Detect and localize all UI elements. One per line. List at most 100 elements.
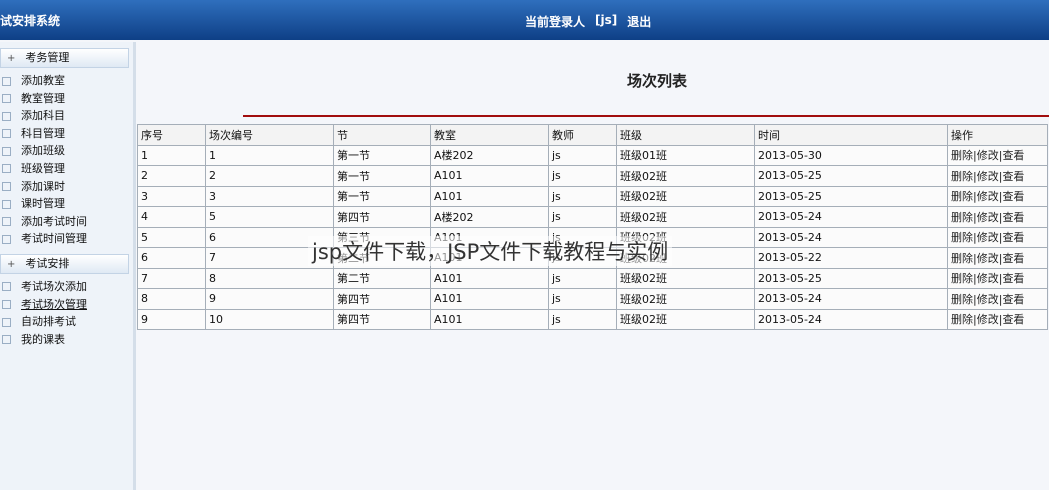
bullet-icon (2, 300, 11, 310)
delete-link[interactable]: 删除 (951, 272, 973, 285)
table-cell: 第四节 (333, 288, 431, 310)
current-user-name: [js] (595, 13, 618, 27)
expand-icon: + (7, 53, 16, 64)
table-cell: 2013-05-30 (754, 144, 948, 166)
table-cell: 班级02班 (616, 185, 755, 207)
sidebar-item-exam-time-management[interactable]: 考试时间管理 (0, 230, 133, 248)
bullet-icon (2, 317, 11, 327)
section-title: 考试安排 (25, 256, 70, 270)
table-cell: 5 (205, 206, 334, 228)
sidebar-item-label: 考试场次添加 (21, 279, 87, 293)
edit-link[interactable]: 修改 (977, 293, 999, 306)
edit-link[interactable]: 修改 (977, 170, 999, 183)
sidebar-item-add-class[interactable]: 添加班级 (0, 142, 133, 160)
edit-link[interactable]: 修改 (977, 190, 999, 203)
table-cell: 2013-05-24 (754, 226, 948, 248)
sidebar-item-label: 添加班级 (21, 144, 65, 158)
bullet-icon (2, 217, 11, 227)
table-cell: 班级01班 (616, 144, 755, 166)
sidebar-item-class-management[interactable]: 班级管理 (0, 160, 133, 178)
sidebar-item-auto-schedule[interactable]: 自动排考试 (0, 313, 133, 331)
sidebar-item-label: 考试时间管理 (21, 232, 87, 246)
sidebar-item-my-timetable[interactable]: 我的课表 (0, 331, 133, 349)
delete-link[interactable]: 删除 (951, 170, 973, 183)
edit-link[interactable]: 修改 (977, 313, 999, 326)
view-link[interactable]: 查看 (1002, 293, 1024, 306)
row-actions: 删除|修改|查看 (947, 185, 1048, 207)
bullet-icon (2, 234, 11, 244)
user-bar: 当前登录人 [js] 退出 (525, 13, 651, 30)
col-header-session-no: 场次编号 (205, 124, 334, 146)
table-row: 3 3 第一节 A101 js 班级02班 2013-05-25 删除|修改|查看 (137, 185, 1048, 207)
bullet-icon (2, 182, 11, 192)
sidebar-item-label: 教室管理 (21, 91, 65, 105)
row-actions: 删除|修改|查看 (947, 247, 1048, 269)
sidebar-item-subject-management[interactable]: 科目管理 (0, 125, 133, 143)
view-link[interactable]: 查看 (1002, 190, 1024, 203)
delete-link[interactable]: 删除 (951, 313, 973, 326)
table-cell: A楼202 (430, 206, 549, 228)
page-title: 场次列表 (627, 72, 688, 90)
sidebar-item-exam-session-management[interactable]: 考试场次管理 (0, 296, 133, 314)
delete-link[interactable]: 删除 (951, 149, 973, 162)
table-cell: js (548, 144, 617, 166)
sidebar-item-label: 自动排考试 (21, 315, 76, 329)
sidebar-item-add-exam-session[interactable]: 考试场次添加 (0, 278, 133, 296)
edit-link[interactable]: 修改 (977, 149, 999, 162)
view-link[interactable]: 查看 (1002, 211, 1024, 224)
delete-link[interactable]: 删除 (951, 190, 973, 203)
sidebar-item-add-exam-time[interactable]: 添加考试时间 (0, 213, 133, 231)
table-cell: 6 (137, 247, 206, 269)
row-actions: 删除|修改|查看 (947, 267, 1048, 289)
bullet-icon (2, 111, 11, 121)
title-divider (243, 115, 1049, 117)
delete-link[interactable]: 删除 (951, 252, 973, 265)
table-cell: 1 (137, 144, 206, 166)
table-cell: 8 (137, 288, 206, 310)
sidebar-item-label: 科目管理 (21, 126, 65, 140)
delete-link[interactable]: 删除 (951, 211, 973, 224)
table-row: 1 1 第一节 A楼202 js 班级01班 2013-05-30 删除|修改|查看 (137, 144, 1048, 166)
sidebar-item-add-classroom[interactable]: 添加教室 (0, 72, 133, 90)
sidebar-item-period-management[interactable]: 课时管理 (0, 195, 133, 213)
view-link[interactable]: 查看 (1002, 272, 1024, 285)
sidebar-item-classroom-management[interactable]: 教室管理 (0, 90, 133, 108)
sidebar-item-label: 我的课表 (21, 332, 65, 346)
edit-link[interactable]: 修改 (977, 231, 999, 244)
table-cell: 班级02班 (616, 165, 755, 187)
sidebar-item-label: 添加课时 (21, 179, 65, 193)
delete-link[interactable]: 删除 (951, 231, 973, 244)
view-link[interactable]: 查看 (1002, 252, 1024, 265)
edit-link[interactable]: 修改 (977, 272, 999, 285)
sidebar-section-exam-arrangement[interactable]: + 考试安排 (0, 253, 129, 274)
sidebar-item-label: 班级管理 (21, 161, 65, 175)
view-link[interactable]: 查看 (1002, 149, 1024, 162)
view-link[interactable]: 查看 (1002, 313, 1024, 326)
logout-link[interactable]: 退出 (627, 13, 651, 30)
col-header-teacher: 教师 (548, 124, 617, 146)
table-cell: js (548, 308, 617, 330)
row-actions: 删除|修改|查看 (947, 288, 1048, 310)
table-cell: 班级02班 (616, 288, 755, 310)
table-cell: A楼202 (430, 144, 549, 166)
edit-link[interactable]: 修改 (977, 211, 999, 224)
col-header-classroom: 教室 (430, 124, 549, 146)
table-cell: 2013-05-25 (754, 185, 948, 207)
table-cell: 2013-05-22 (754, 247, 948, 269)
edit-link[interactable]: 修改 (977, 252, 999, 265)
table-cell: 4 (137, 206, 206, 228)
watermark-caption: jsp文件下载，JSP文件下载教程与实例 (308, 236, 673, 266)
sidebar-item-add-period[interactable]: 添加课时 (0, 178, 133, 196)
sidebar-item-add-subject[interactable]: 添加科目 (0, 107, 133, 125)
section-title: 考务管理 (25, 51, 70, 64)
view-link[interactable]: 查看 (1002, 170, 1024, 183)
col-header-class: 班级 (616, 124, 755, 146)
table-row: 2 2 第一节 A101 js 班级02班 2013-05-25 删除|修改|查看 (137, 165, 1048, 187)
sidebar-section-exam-affairs[interactable]: + 考务管理 (0, 48, 129, 68)
delete-link[interactable]: 删除 (951, 293, 973, 306)
table-cell: js (548, 206, 617, 228)
col-header-period: 节 (333, 124, 431, 146)
view-link[interactable]: 查看 (1002, 231, 1024, 244)
table-cell: 9 (205, 288, 334, 310)
table-cell: A101 (430, 185, 549, 207)
